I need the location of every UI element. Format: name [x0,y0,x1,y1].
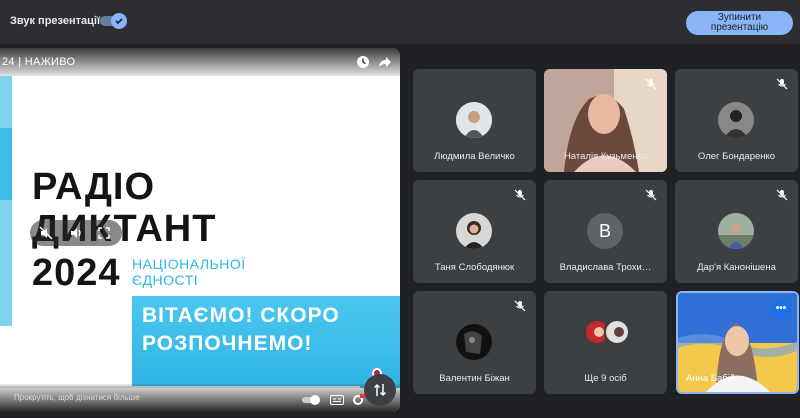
participant-name: Людмила Величко [434,151,515,162]
participant-name: Дар'я Канонішена [697,262,776,273]
video-header: 24 | НАЖИВО [0,48,400,76]
volume-icon [71,228,81,238]
participant-tile-self[interactable]: ••• Анна Бабій [676,291,799,394]
participant-name: Олег Бондаренко [697,151,776,162]
more-options-icon[interactable]: ••• [771,299,791,319]
slide-greeting: РОЗПОЧНЕМО! [142,332,313,355]
muted-mic-icon [514,300,526,312]
muted-mic-icon [645,78,657,90]
slide-title-line: 2024 [32,252,121,294]
participant-tile[interactable]: Наталія Кузьменко [544,69,667,172]
swap-layout-button[interactable] [364,374,396,406]
clock-icon[interactable] [356,55,370,69]
presentation-sound-label: Звук презентації [10,15,101,27]
participant-tile[interactable]: Людмила Величко [413,69,536,172]
avatar [456,102,492,138]
avatar [456,324,492,360]
more-participants-label: Ще 9 осіб [584,373,627,384]
participant-name: Наталія Кузьменко [563,151,648,162]
participant-name: Таня Слободянюк [434,262,515,273]
presentation-toolbar: Звук презентації Зупинити презентацію [0,0,800,44]
slide-greeting-box: ВІТАЄМО! СКОРО РОЗПОЧНЕМО! [132,296,400,388]
participant-tile[interactable]: Дар'я Канонішена [675,180,798,283]
mute-icon [39,226,53,240]
muted-mic-icon [776,189,788,201]
slide-decoration [0,128,12,200]
participant-tile[interactable]: Таня Слободянюк [413,180,536,283]
participant-tile[interactable]: В Владислава Трохи… [544,180,667,283]
slide-decoration [0,76,12,326]
video-controls-overlay[interactable] [30,220,122,246]
avatar [718,213,754,249]
slide-subtitle: ЄДНОСТІ [132,272,199,288]
muted-mic-icon [645,189,657,201]
toggle-switch-icon[interactable] [302,394,322,406]
participant-name: Владислава Трохи… [559,262,652,273]
more-participants-tile[interactable]: Ще 9 осіб [544,291,667,394]
participant-name: Валентин Біжан [439,373,510,384]
slide-subtitle: НАЦІОНАЛЬНОЇ [132,256,246,272]
avatar [718,102,754,138]
participant-tile[interactable]: Валентин Біжан [413,291,536,394]
video-progress-bar[interactable] [0,386,360,388]
check-icon [111,13,127,29]
slide-title-line: РАДІО [32,166,156,208]
swap-arrows-icon [373,383,387,397]
stop-presentation-button[interactable]: Зупинити презентацію [686,11,793,35]
participant-name: Анна Бабій [686,373,736,384]
settings-icon[interactable] [352,394,366,406]
live-label: 24 | НАЖИВО [2,56,76,68]
shared-presentation[interactable]: РАДІО ДИКТАНТ 2024 НАЦІОНАЛЬНОЇ ЄДНОСТІ … [0,48,400,412]
fullscreen-icon [98,227,110,239]
muted-mic-icon [776,78,788,90]
avatar [604,319,630,345]
presentation-sound-toggle[interactable] [100,13,127,29]
slide-greeting: ВІТАЄМО! СКОРО [142,304,340,327]
scroll-hint: Прокрутіть, щоб дізнатися більше [14,393,140,402]
avatar [456,213,492,249]
participant-tile[interactable]: Олег Бондаренко [675,69,798,172]
avatar: В [587,213,623,249]
captions-icon[interactable] [330,395,344,405]
share-icon[interactable] [378,55,392,69]
muted-mic-icon [514,189,526,201]
